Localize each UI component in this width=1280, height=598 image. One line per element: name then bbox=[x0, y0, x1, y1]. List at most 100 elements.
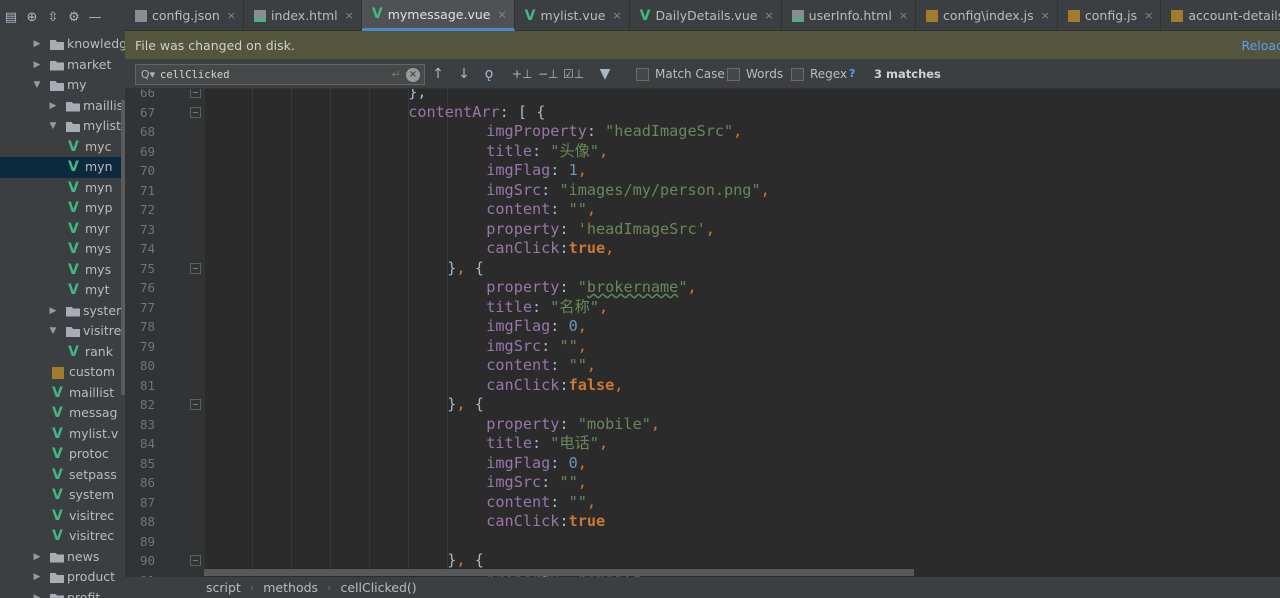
tree-item[interactable]: Vmyp bbox=[0, 198, 125, 219]
code-line[interactable]: title: "名称", bbox=[486, 298, 608, 318]
breadcrumb-item[interactable]: cellClicked() bbox=[340, 580, 416, 595]
next-occurrence-icon[interactable]: ↓ bbox=[455, 66, 473, 82]
code-line[interactable]: canClick:true, bbox=[486, 239, 614, 259]
editor-tab[interactable]: userInfo.html × bbox=[782, 0, 917, 31]
chevron-right-icon[interactable]: ▶ bbox=[32, 588, 42, 598]
close-icon[interactable]: × bbox=[1041, 9, 1050, 22]
code-line[interactable]: property: "brokername", bbox=[486, 278, 696, 298]
code-line[interactable]: imgFlag: 0, bbox=[486, 317, 587, 337]
fold-marker-icon[interactable] bbox=[190, 262, 201, 274]
code-line[interactable]: title: "头像", bbox=[486, 142, 608, 162]
tree-item[interactable]: ▶ system bbox=[0, 301, 125, 322]
words-checkbox[interactable]: Words bbox=[727, 67, 783, 81]
tree-item[interactable]: Vmaillist bbox=[0, 383, 125, 404]
code-line[interactable]: imgFlag: 1, bbox=[486, 161, 587, 181]
tree-item[interactable]: Vsystem bbox=[0, 485, 125, 506]
close-icon[interactable]: × bbox=[764, 9, 773, 22]
find-all-icon[interactable]: ǫ bbox=[480, 66, 498, 82]
clear-icon[interactable]: × bbox=[406, 67, 420, 82]
fold-marker-icon[interactable] bbox=[190, 555, 201, 566]
tree-item[interactable]: Vvisitrec bbox=[0, 506, 125, 527]
chevron-right-icon[interactable]: ▶ bbox=[32, 55, 42, 76]
words-box[interactable] bbox=[727, 67, 740, 81]
search-icon[interactable]: Q▾ bbox=[136, 68, 160, 81]
editor-tab[interactable]: Vmylist.vue × bbox=[515, 0, 630, 31]
tree-item[interactable]: ▼ mylist bbox=[0, 116, 125, 137]
target-icon[interactable]: ⊕ bbox=[23, 8, 41, 26]
chevron-down-icon[interactable]: ▼ bbox=[48, 321, 58, 342]
tree-item[interactable]: ▼ visitrec bbox=[0, 321, 125, 342]
tree-item[interactable]: Vrank bbox=[0, 342, 125, 363]
editor-tab[interactable]: config.json × bbox=[125, 0, 244, 31]
code-line[interactable]: content: "", bbox=[486, 356, 596, 376]
editor-tab[interactable]: config\index.js × bbox=[916, 0, 1058, 31]
tree-item[interactable]: ▶ maillist bbox=[0, 96, 125, 117]
chevron-right-icon[interactable]: ▶ bbox=[32, 567, 42, 588]
match-case-box[interactable] bbox=[636, 67, 649, 81]
gear-icon[interactable]: ⚙ bbox=[65, 8, 83, 26]
code-line[interactable]: property: 'headImageSrc', bbox=[486, 220, 715, 240]
tree-item[interactable]: custom bbox=[0, 362, 125, 383]
editor-tab[interactable]: account-details.js× bbox=[1161, 0, 1280, 31]
close-icon[interactable]: × bbox=[227, 9, 236, 22]
editor-tab[interactable]: config.js × bbox=[1058, 0, 1162, 31]
close-icon[interactable]: × bbox=[345, 9, 354, 22]
editor-tab[interactable]: Vmymessage.vue × bbox=[361, 0, 515, 31]
tree-item[interactable]: Vmyr bbox=[0, 219, 125, 240]
code-line[interactable]: content: "", bbox=[486, 200, 596, 220]
code-line[interactable]: }, { bbox=[447, 259, 484, 279]
tree-item[interactable]: ▶ profit bbox=[0, 588, 125, 598]
code-line[interactable]: title: "电话", bbox=[486, 434, 608, 454]
filter-icon[interactable]: ▼ bbox=[596, 66, 614, 82]
regex-help-link[interactable]: ? bbox=[849, 67, 855, 80]
close-icon[interactable]: × bbox=[899, 9, 908, 22]
tree-item[interactable]: Vmessag bbox=[0, 403, 125, 424]
tree-item[interactable]: Vmylist.v bbox=[0, 424, 125, 445]
code-line[interactable]: imgSrc: "", bbox=[486, 337, 587, 357]
breadcrumb-item[interactable]: methods bbox=[263, 580, 318, 595]
fold-marker-icon[interactable] bbox=[190, 106, 201, 118]
tree-item[interactable]: ▶ market bbox=[0, 55, 125, 76]
fold-marker-icon[interactable] bbox=[190, 89, 201, 98]
code-editor[interactable]: 66 67 68 69 70 71 72 73 74 75 76 77 78 79 80 81 82 83 84 85… bbox=[125, 89, 1280, 577]
remove-selection-icon[interactable]: −⊥ bbox=[538, 66, 559, 82]
tree-item[interactable]: ▶ knowledge bbox=[0, 34, 125, 55]
code-line[interactable]: imgSrc: "images/my/person.png", bbox=[486, 181, 770, 201]
tree-item[interactable]: Vmyc bbox=[0, 137, 125, 158]
project-view-icon[interactable]: ▤ bbox=[2, 8, 20, 26]
reload-link[interactable]: Reload bbox=[1241, 38, 1280, 53]
hide-icon[interactable]: — bbox=[86, 8, 104, 26]
chevron-down-icon[interactable]: ▼ bbox=[32, 75, 42, 96]
chevron-right-icon[interactable]: ▶ bbox=[48, 96, 58, 117]
chevron-right-icon[interactable]: ▶ bbox=[32, 547, 42, 568]
tree-item[interactable]: Vmys bbox=[0, 239, 125, 260]
close-icon[interactable]: × bbox=[612, 9, 621, 22]
editor-tab[interactable]: V DailyDetails.vue × bbox=[630, 0, 782, 31]
code-line[interactable]: }, { bbox=[447, 551, 484, 571]
select-all-occurrences-icon[interactable]: ☑⊥ bbox=[563, 66, 584, 82]
close-icon[interactable]: × bbox=[497, 8, 506, 21]
code-line[interactable]: imgSrc: "", bbox=[486, 473, 587, 493]
tree-item[interactable]: ▶ news bbox=[0, 547, 125, 568]
code-line[interactable]: }, { bbox=[447, 395, 484, 415]
tree-item[interactable]: Vprotoc bbox=[0, 444, 125, 465]
tree-item[interactable]: Vmyt bbox=[0, 280, 125, 301]
code-line[interactable]: imgFlag: 0, bbox=[486, 454, 587, 474]
code-line[interactable]: imgProperty: "headImageSrc", bbox=[486, 122, 742, 142]
match-case-checkbox[interactable]: Match Case bbox=[636, 67, 725, 81]
tree-item[interactable]: Vvisitrec bbox=[0, 526, 125, 547]
editor-tab[interactable]: index.html × bbox=[244, 0, 362, 31]
tree-item[interactable]: Vmys bbox=[0, 260, 125, 281]
code-line[interactable]: property: "mobile", bbox=[486, 415, 660, 435]
tree-item[interactable]: ▼ my bbox=[0, 75, 125, 96]
breadcrumb-item[interactable]: script bbox=[206, 580, 241, 595]
previous-occurrence-icon[interactable]: ↑ bbox=[429, 66, 447, 82]
tree-item[interactable]: ▶ product bbox=[0, 567, 125, 588]
search-input[interactable] bbox=[160, 68, 386, 81]
fold-marker-icon[interactable] bbox=[190, 399, 201, 410]
code-line[interactable]: canClick:true bbox=[486, 512, 605, 532]
close-icon[interactable]: × bbox=[1144, 9, 1153, 22]
code-line[interactable]: }, bbox=[408, 89, 426, 103]
code-line[interactable]: content: "", bbox=[486, 493, 596, 513]
add-selection-icon[interactable]: +⊥ bbox=[512, 66, 533, 82]
